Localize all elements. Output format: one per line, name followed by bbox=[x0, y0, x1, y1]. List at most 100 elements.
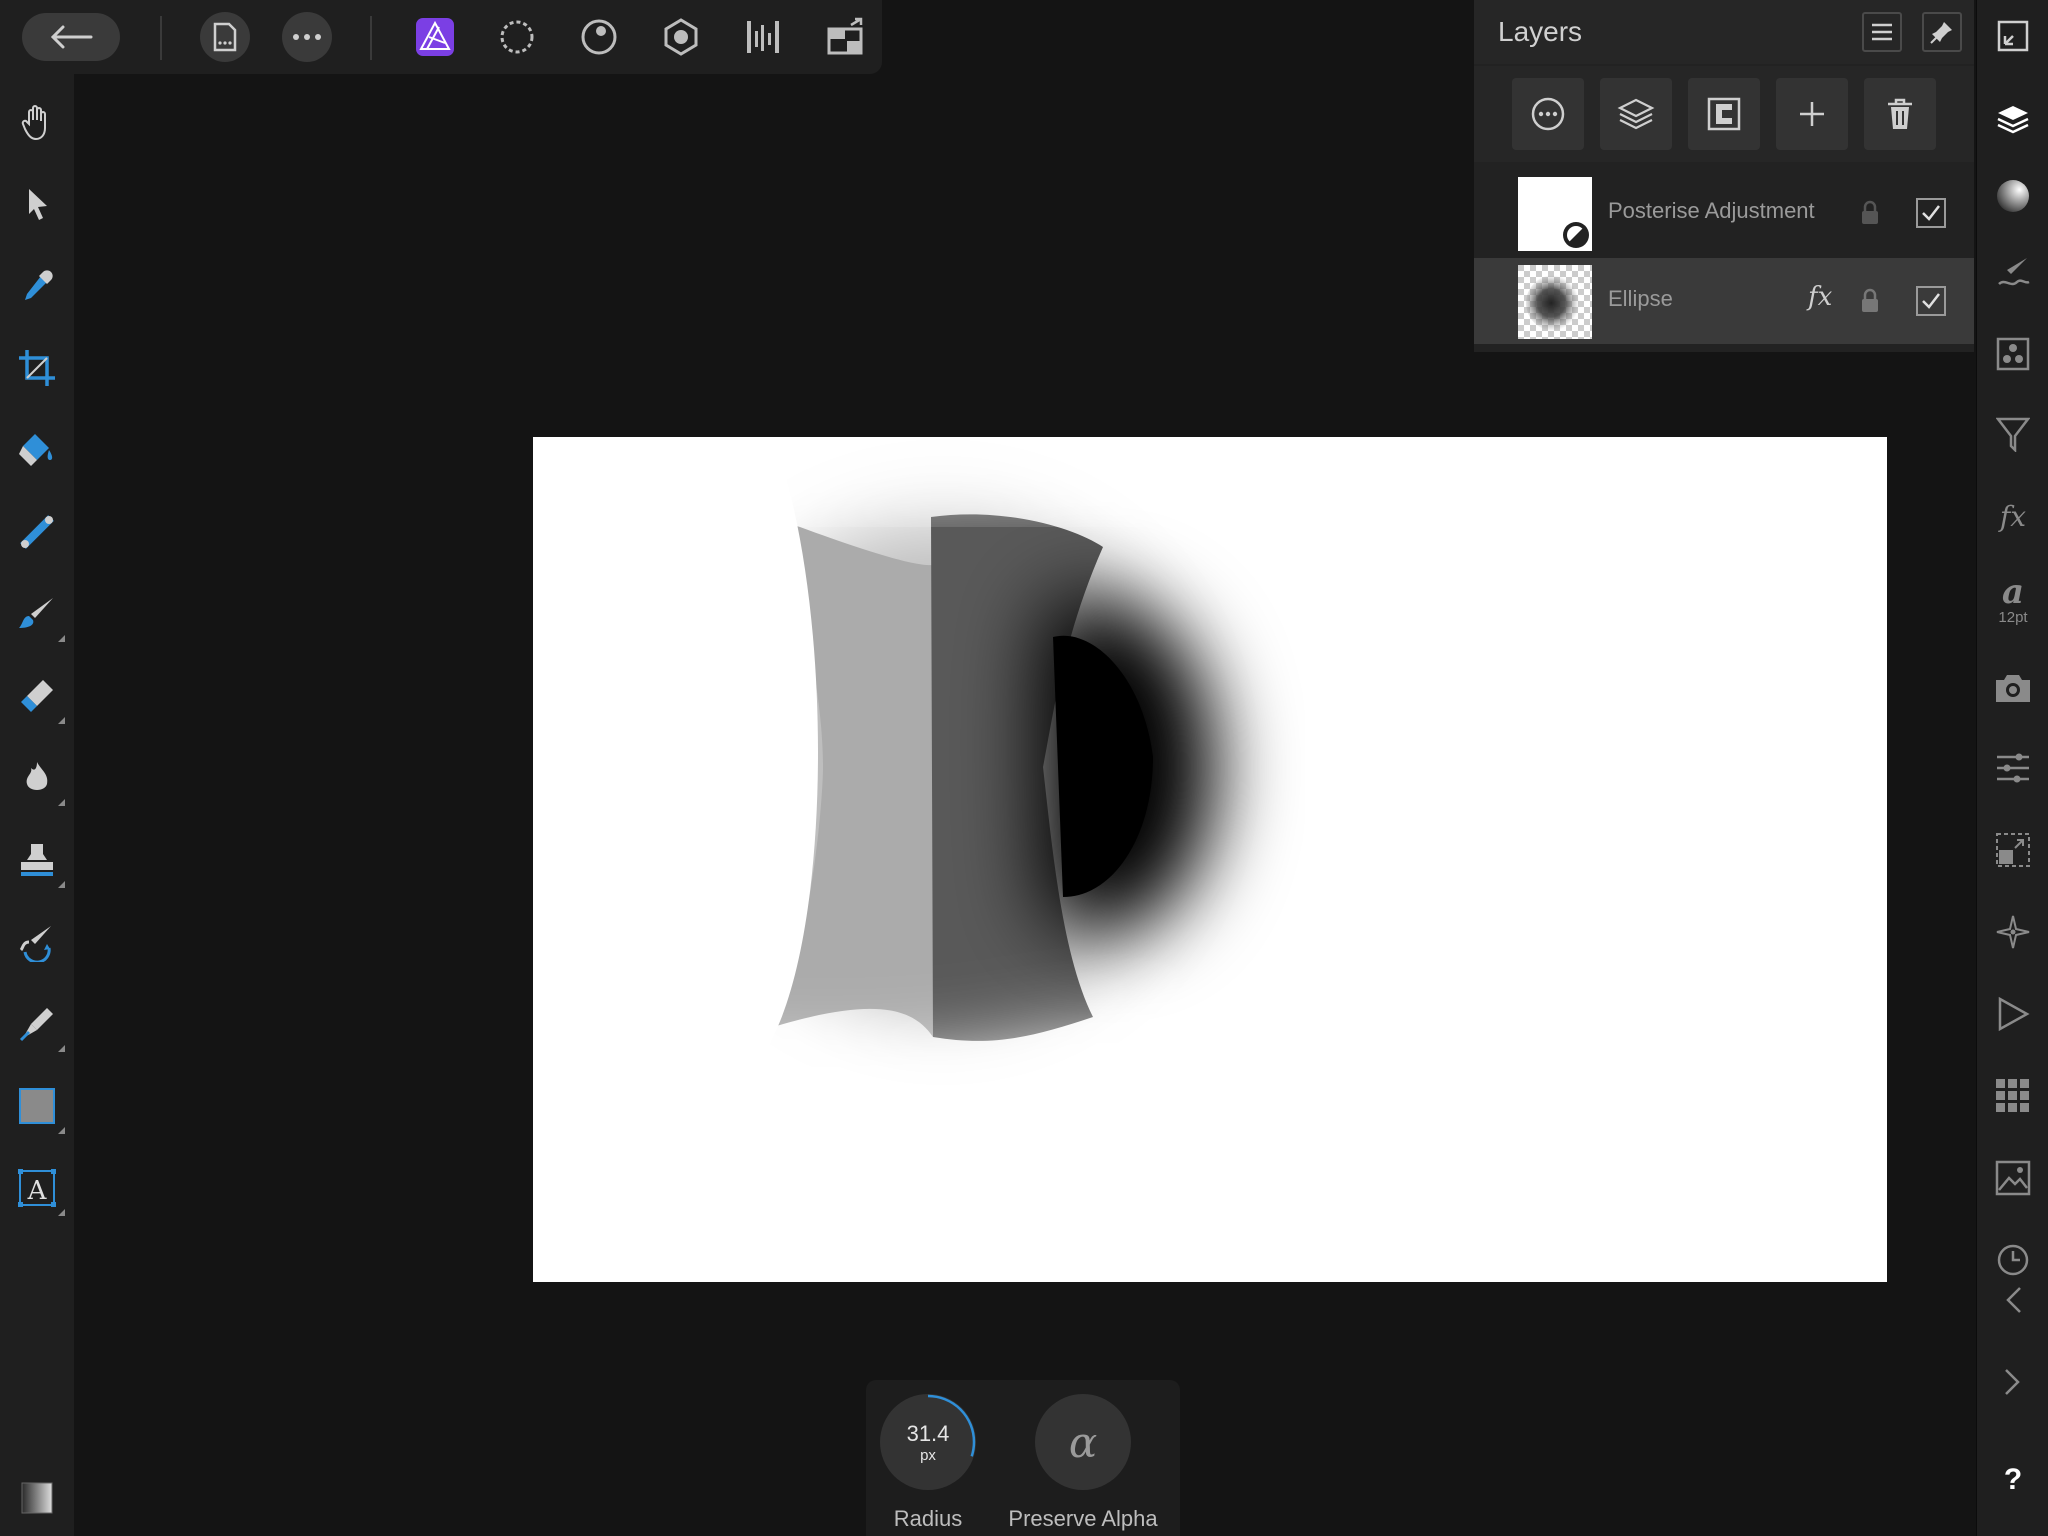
document-menu-button[interactable] bbox=[200, 12, 250, 62]
develop-persona-button[interactable] bbox=[574, 12, 624, 62]
back-arrow-icon bbox=[50, 25, 93, 49]
layers-panel-title: Layers bbox=[1498, 16, 1583, 47]
undo-brush-icon bbox=[19, 926, 51, 962]
grid-icon bbox=[1996, 1079, 2029, 1112]
paint-brush-tool[interactable] bbox=[13, 590, 65, 642]
layer-thumbnail bbox=[1518, 265, 1592, 339]
workspace-button[interactable] bbox=[820, 12, 870, 62]
text-styles-studio-button[interactable]: a 12pt bbox=[1989, 570, 2037, 630]
help-button[interactable]: ? bbox=[1989, 1456, 2037, 1504]
flame-icon bbox=[26, 762, 48, 790]
artistic-text-tool[interactable]: A bbox=[13, 1164, 65, 1216]
pointer-arrow-icon bbox=[29, 189, 47, 220]
flood-fill-tool[interactable] bbox=[13, 426, 61, 474]
erase-brush-tool[interactable] bbox=[13, 672, 65, 724]
library-studio-button[interactable] bbox=[1989, 1072, 2037, 1120]
checkmark-icon bbox=[1922, 205, 1940, 221]
paint-bucket-icon bbox=[19, 434, 53, 466]
tone-mapping-persona-button[interactable] bbox=[656, 12, 706, 62]
fullscreen-icon bbox=[1997, 20, 2029, 52]
colour-studio-button[interactable] bbox=[1989, 172, 2037, 220]
image-studio-button[interactable] bbox=[1989, 1154, 2037, 1202]
macro-studio-button[interactable] bbox=[1989, 990, 2037, 1038]
gradient-tool[interactable] bbox=[13, 508, 61, 556]
eyedropper-icon bbox=[25, 270, 53, 300]
navigator-icon bbox=[1996, 833, 2030, 867]
toolbar-separator bbox=[160, 16, 162, 60]
lock-icon[interactable] bbox=[1860, 288, 1880, 314]
tone-mapping-persona-icon bbox=[664, 18, 698, 56]
eraser-icon bbox=[21, 680, 53, 712]
scroll-up-button[interactable] bbox=[1989, 1276, 2037, 1324]
blend-mode-button[interactable] bbox=[1600, 78, 1672, 150]
hand-icon bbox=[21, 105, 46, 141]
toggle-ui-button[interactable] bbox=[1989, 12, 2037, 60]
channels-studio-button[interactable] bbox=[1989, 330, 2037, 378]
adjustments-studio-button[interactable] bbox=[1989, 410, 2037, 458]
liquify-persona-button[interactable] bbox=[492, 12, 542, 62]
photo-persona-icon bbox=[416, 18, 454, 56]
chevron-left-icon bbox=[2006, 1287, 2021, 1313]
back-button[interactable] bbox=[22, 13, 120, 61]
tool-group-indicator bbox=[58, 799, 65, 806]
layer-options-button[interactable] bbox=[1512, 78, 1584, 150]
layer-visibility-checkbox[interactable] bbox=[1916, 198, 1946, 228]
layer-row-ellipse[interactable]: Ellipse fx bbox=[1474, 258, 1974, 344]
view-tool[interactable] bbox=[13, 98, 61, 146]
navigator-studio-button[interactable] bbox=[1989, 826, 2037, 874]
clone-brush-tool[interactable] bbox=[13, 836, 65, 888]
effects-studio-button[interactable]: fx bbox=[1989, 492, 2037, 540]
snapping-studio-button[interactable] bbox=[1989, 908, 2037, 956]
tools-panel: A bbox=[0, 74, 74, 1536]
mask-icon bbox=[1707, 97, 1741, 131]
mask-layer-button[interactable] bbox=[1688, 78, 1760, 150]
move-tool[interactable] bbox=[13, 180, 61, 228]
layer-visibility-checkbox[interactable] bbox=[1916, 286, 1946, 316]
undo-brush-tool[interactable] bbox=[13, 918, 61, 966]
document-canvas[interactable] bbox=[533, 437, 1887, 1282]
radius-control[interactable]: 31.4 px bbox=[880, 1394, 976, 1490]
gradient-icon bbox=[20, 515, 54, 549]
layer-row-posterise-adjustment[interactable]: Posterise Adjustment bbox=[1474, 170, 1974, 256]
brushes-studio-button[interactable] bbox=[1989, 248, 2037, 296]
workspace-icon bbox=[827, 17, 863, 55]
camera-icon bbox=[1996, 675, 2030, 702]
color-picker-tool[interactable] bbox=[13, 262, 61, 310]
tool-group-indicator bbox=[58, 1045, 65, 1052]
liquify-persona-icon bbox=[500, 20, 534, 54]
burn-brush-tool[interactable] bbox=[13, 754, 65, 806]
rectangle-tool[interactable] bbox=[13, 1082, 65, 1134]
layers-panel: Layers Posterise Adjustment Ellipse fx bbox=[1474, 0, 1974, 352]
delete-layer-button[interactable] bbox=[1864, 78, 1936, 150]
layers-studio-button[interactable] bbox=[1989, 96, 2037, 144]
context-toolbar: 31.4 px Radius α Preserve Alpha bbox=[866, 1380, 1180, 1536]
photo-persona-button[interactable] bbox=[410, 12, 460, 62]
add-layer-button[interactable] bbox=[1776, 78, 1848, 150]
pen-nib-icon bbox=[19, 1008, 53, 1042]
tool-group-indicator bbox=[58, 1209, 65, 1216]
transform-studio-button[interactable] bbox=[1989, 744, 2037, 792]
effects-fx-icon: fx bbox=[1999, 499, 2027, 533]
tool-group-indicator bbox=[58, 881, 65, 888]
more-options-button[interactable] bbox=[282, 12, 332, 62]
layer-name: Ellipse bbox=[1608, 286, 1673, 311]
stock-studio-button[interactable] bbox=[1989, 664, 2037, 712]
alpha-icon: α bbox=[1068, 1417, 1098, 1467]
layer-fx-icon[interactable]: fx bbox=[1808, 282, 1832, 312]
export-persona-icon bbox=[747, 21, 779, 53]
preserve-alpha-toggle[interactable]: α bbox=[1035, 1394, 1131, 1490]
ellipse-thumbnail-icon bbox=[1518, 265, 1592, 339]
pen-tool[interactable] bbox=[13, 1000, 65, 1052]
colour-sphere-icon bbox=[1997, 180, 2029, 212]
panel-menu-button[interactable] bbox=[1862, 12, 1902, 52]
scroll-down-button[interactable] bbox=[1989, 1358, 2037, 1406]
adjustment-thumbnail-icon bbox=[1518, 177, 1592, 251]
pin-panel-button[interactable] bbox=[1922, 12, 1962, 52]
export-persona-button[interactable] bbox=[738, 12, 788, 62]
text-tool-icon: A bbox=[18, 1169, 56, 1207]
text-style-size: 12pt bbox=[1998, 608, 2028, 626]
document-icon bbox=[213, 22, 237, 52]
crop-tool[interactable] bbox=[13, 344, 61, 392]
color-swatch-button[interactable] bbox=[13, 1474, 61, 1522]
lock-icon[interactable] bbox=[1860, 200, 1880, 226]
